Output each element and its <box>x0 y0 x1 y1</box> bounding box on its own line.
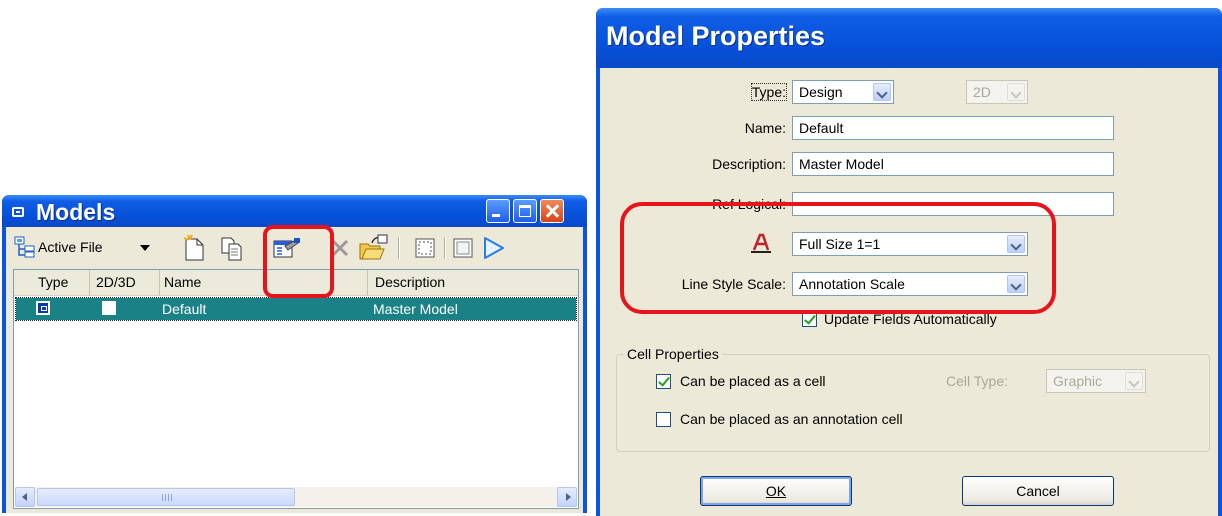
models-tree-icon <box>14 236 35 258</box>
column-header-type[interactable]: Type <box>14 270 90 295</box>
toolbar-separator <box>444 237 446 259</box>
cell-type-label: Cell Type: <box>946 373 1008 389</box>
maximize-button[interactable] <box>513 199 537 223</box>
models-title: Models <box>36 199 116 225</box>
ok-button[interactable]: OK <box>700 476 852 506</box>
horizontal-scrollbar[interactable] <box>15 487 577 507</box>
cell-properties-title: Cell Properties <box>624 346 722 362</box>
type-label: Type: <box>750 83 788 101</box>
cancel-label: Cancel <box>1016 483 1060 499</box>
select-model-icon[interactable] <box>414 237 436 259</box>
model-properties-dialog: Model Properties Type: Design 2D Name: D… <box>596 8 1222 516</box>
models-window: Models Active File Type 2D/3D Name Descr… <box>2 195 587 513</box>
active-file-label: Active File <box>38 239 103 255</box>
cell-type-value: Graphic <box>1053 373 1103 389</box>
chevron-down-icon <box>1007 83 1025 101</box>
models-titlebar[interactable]: Models <box>2 195 587 227</box>
placed-as-cell-checkbox[interactable] <box>656 374 671 389</box>
models-list: Type 2D/3D Name Description Default Mast… <box>13 269 579 509</box>
type-value: Design <box>799 84 843 100</box>
scroll-left-button[interactable] <box>15 487 35 507</box>
column-header-2d3d[interactable]: 2D/3D <box>90 270 160 295</box>
dialog-body: Type: Design 2D Name: Default Descriptio… <box>600 68 1218 516</box>
highlight-box <box>263 225 334 298</box>
column-header-description[interactable]: Description <box>368 270 578 295</box>
model-view-icon[interactable] <box>452 237 474 259</box>
description-label: Description: <box>712 156 786 172</box>
model-icon <box>12 207 24 217</box>
close-button[interactable] <box>540 199 564 223</box>
cell-type-select: Graphic <box>1046 369 1146 393</box>
name-value: Default <box>799 120 844 136</box>
active-file-dropdown[interactable]: Active File <box>12 236 152 260</box>
new-model-icon[interactable] <box>182 234 208 262</box>
table-row[interactable]: Default Master Model <box>15 297 577 321</box>
placed-as-annotation-label: Can be placed as an annotation cell <box>680 411 903 427</box>
dimension-select: 2D <box>966 80 1028 104</box>
scroll-thumb[interactable] <box>37 488 295 506</box>
cancel-button[interactable]: Cancel <box>962 476 1114 506</box>
dialog-title: Model Properties <box>606 21 826 51</box>
description-input[interactable]: Master Model <box>792 152 1114 176</box>
highlight-box <box>620 202 1056 314</box>
description-value: Master Model <box>799 156 884 172</box>
chevron-down-icon <box>1125 372 1143 390</box>
dialog-titlebar[interactable]: Model Properties <box>596 8 1222 68</box>
dimension-value: 2D <box>973 84 991 100</box>
row-description: Master Model <box>373 301 458 317</box>
import-model-icon[interactable] <box>358 234 388 262</box>
placed-as-annotation-checkbox[interactable] <box>656 412 671 427</box>
type-select[interactable]: Design <box>792 80 894 104</box>
row-name: Default <box>162 301 207 317</box>
filter-icon[interactable] <box>482 236 506 260</box>
ok-label: OK <box>765 483 787 499</box>
scroll-right-button[interactable] <box>557 487 577 507</box>
name-input[interactable]: Default <box>792 116 1114 140</box>
scroll-grip <box>162 494 172 501</box>
update-fields-checkbox[interactable] <box>802 312 817 327</box>
toolbar-separator <box>398 237 400 259</box>
placed-as-cell-label: Can be placed as a cell <box>680 373 826 389</box>
chevron-down-icon <box>140 245 150 251</box>
copy-model-icon[interactable] <box>220 236 244 262</box>
chevron-down-icon[interactable] <box>873 83 891 101</box>
name-label: Name: <box>744 120 786 136</box>
dimension-icon <box>102 301 116 315</box>
model-icon <box>36 301 50 315</box>
minimize-button[interactable] <box>486 199 510 223</box>
